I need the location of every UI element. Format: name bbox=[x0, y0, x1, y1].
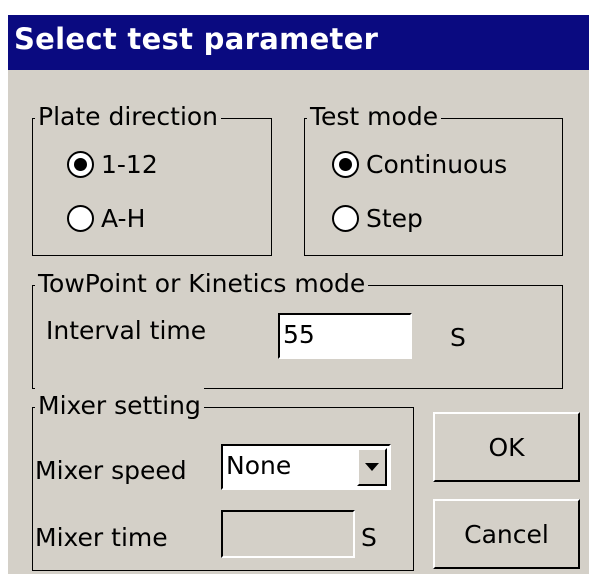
radio-plate-a-h-label: A-H bbox=[101, 204, 146, 233]
plate-direction-legend: Plate direction bbox=[35, 99, 222, 135]
radio-plate-1-12-label: 1-12 bbox=[101, 150, 158, 179]
interval-time-label: Interval time bbox=[46, 316, 207, 345]
mixer-speed-label: Mixer speed bbox=[35, 456, 187, 485]
radio-selected-icon bbox=[67, 151, 94, 178]
ok-button[interactable]: OK bbox=[433, 412, 580, 482]
select-test-parameter-dialog: Select test parameter Plate direction 1-… bbox=[8, 15, 589, 574]
radio-mode-step[interactable]: Step bbox=[332, 204, 423, 233]
cancel-button[interactable]: Cancel bbox=[433, 499, 580, 569]
radio-unselected-icon bbox=[332, 205, 359, 232]
radio-mode-continuous[interactable]: Continuous bbox=[332, 150, 507, 179]
title-bar: Select test parameter bbox=[8, 15, 589, 70]
dialog-title: Select test parameter bbox=[14, 22, 379, 56]
dropdown-arrow-icon[interactable] bbox=[357, 448, 387, 486]
radio-unselected-icon bbox=[67, 205, 94, 232]
test-mode-group: Test mode Continuous Step bbox=[304, 99, 563, 256]
mixer-speed-value: None bbox=[226, 451, 292, 480]
plate-direction-group: Plate direction 1-12 A-H bbox=[32, 99, 272, 256]
mixer-time-label: Mixer time bbox=[35, 523, 168, 552]
test-mode-legend: Test mode bbox=[307, 99, 442, 135]
radio-mode-continuous-label: Continuous bbox=[366, 150, 508, 179]
interval-time-unit: S bbox=[450, 323, 466, 352]
mixer-speed-select[interactable]: None bbox=[221, 444, 391, 490]
mixer-time-unit: S bbox=[361, 523, 377, 552]
radio-plate-a-h[interactable]: A-H bbox=[67, 204, 145, 233]
kinetics-mode-legend: TowPoint or Kinetics mode bbox=[35, 266, 369, 302]
mixer-setting-group: Mixer setting Mixer speed None Mixer tim… bbox=[32, 388, 414, 571]
radio-mode-step-label: Step bbox=[366, 204, 423, 233]
kinetics-mode-group: TowPoint or Kinetics mode Interval time … bbox=[32, 266, 563, 389]
radio-plate-1-12[interactable]: 1-12 bbox=[67, 150, 158, 179]
mixer-time-input[interactable] bbox=[221, 510, 355, 558]
radio-selected-icon bbox=[332, 151, 359, 178]
interval-time-input[interactable]: 55 bbox=[278, 313, 412, 359]
mixer-setting-legend: Mixer setting bbox=[35, 388, 204, 424]
